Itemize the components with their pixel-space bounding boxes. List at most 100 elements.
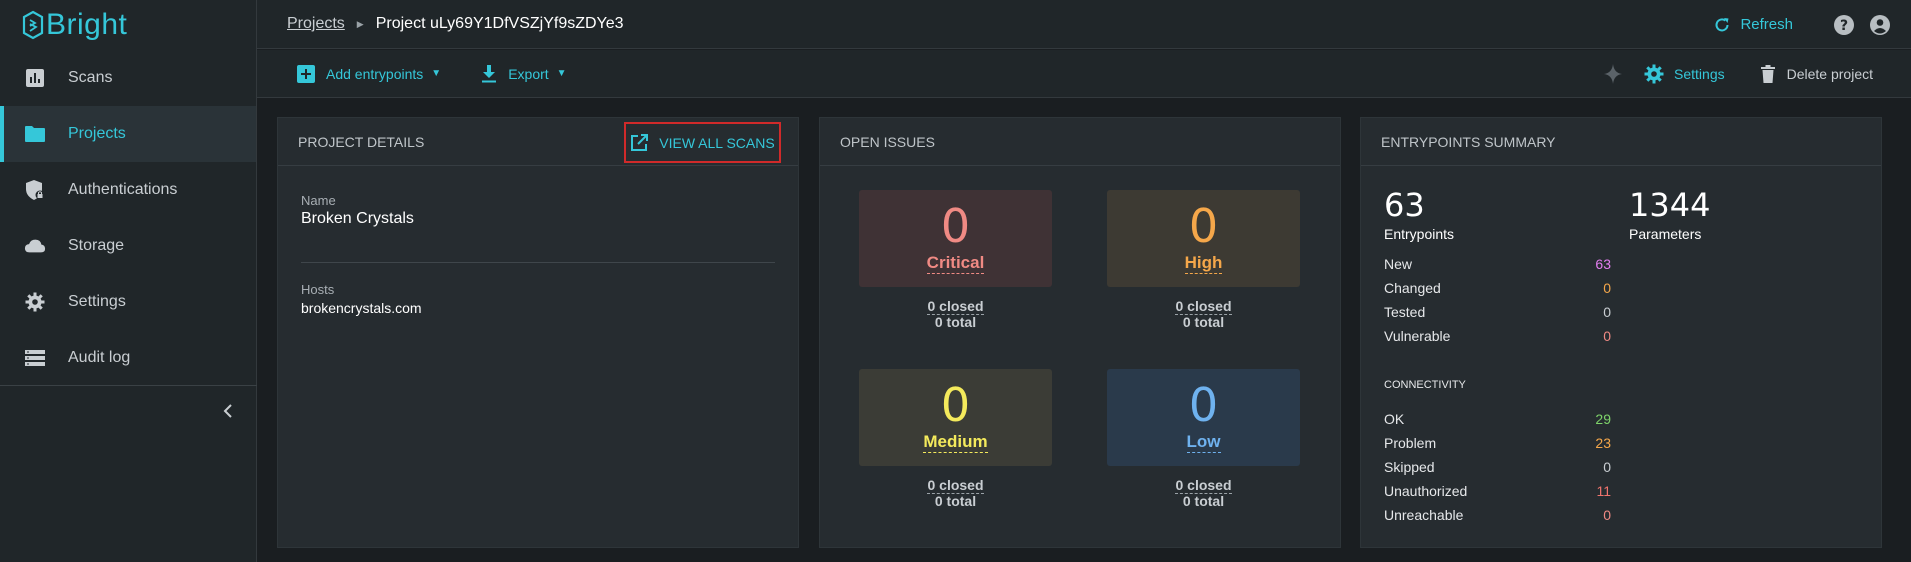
view-all-scans-button[interactable]: View all scans [624, 122, 781, 163]
status-row-label: New [1384, 256, 1413, 272]
chevron-left-icon [223, 404, 232, 418]
low-counts: 0 closed 0 total [1107, 477, 1300, 509]
bar-chart-icon [24, 67, 46, 89]
medium-total: 0 total [934, 493, 977, 509]
low-total: 0 total [1182, 493, 1225, 509]
refresh-label: Refresh [1740, 16, 1793, 33]
critical-closed-link[interactable]: 0 closed [927, 298, 984, 315]
breadcrumb-current-project: Project uLy69Y1DfVSZjYf9sZDYe3 [375, 15, 624, 32]
parameters-label: Parameters [1629, 226, 1702, 242]
top-actions: Refresh ? [1714, 0, 1891, 49]
connectivity-row-value: 23 [1595, 435, 1611, 451]
medium-count: 0 [940, 378, 971, 432]
cloud-icon [24, 235, 46, 257]
gear-icon [1644, 64, 1664, 84]
status-row-value: 0 [1603, 304, 1611, 320]
connectivity-row-value: 0 [1603, 507, 1611, 523]
status-row-value: 63 [1595, 256, 1611, 272]
card-title: OPEN ISSUES [840, 133, 935, 150]
medium-label: Medium [923, 432, 988, 453]
connectivity-row-label: Skipped [1384, 459, 1435, 475]
medium-closed-link[interactable]: 0 closed [927, 477, 984, 494]
open-external-icon [631, 133, 649, 151]
sparkle-button[interactable] [1604, 64, 1623, 84]
account-icon [1870, 14, 1890, 35]
low-issues-tile[interactable]: 0 Low [1107, 369, 1300, 466]
status-row-label: Changed [1384, 280, 1441, 296]
critical-label: Critical [926, 253, 985, 274]
high-count: 0 [1188, 199, 1219, 253]
card-title: PROJECT DETAILS [298, 133, 425, 150]
bright-logo-icon [22, 10, 44, 40]
refresh-button[interactable]: Refresh [1714, 16, 1793, 33]
critical-total: 0 total [934, 314, 977, 330]
connectivity-row-label: Problem [1384, 435, 1437, 451]
add-entrypoints-button[interactable]: Add entrypoints ▼ [297, 64, 442, 83]
sidebar-item-settings[interactable]: Settings [0, 274, 256, 330]
sidebar-item-label: Storage [68, 237, 125, 254]
entrypoints-label: Entrypoints [1384, 226, 1455, 242]
sidebar-item-storage[interactable]: Storage [0, 218, 256, 274]
connectivity-row-value: 29 [1595, 411, 1611, 427]
collapse-sidebar-button[interactable] [218, 401, 238, 421]
low-label: Low [1186, 432, 1221, 453]
delete-project-label: Delete project [1786, 66, 1873, 82]
sidebar-item-authentications[interactable]: Authentications [0, 162, 256, 218]
project-settings-button[interactable]: Settings [1644, 64, 1725, 84]
sidebar-item-label: Authentications [68, 181, 178, 198]
critical-issues-tile[interactable]: 0 Critical [859, 190, 1052, 287]
low-closed-link[interactable]: 0 closed [1175, 477, 1232, 494]
trash-icon [1760, 65, 1775, 83]
export-button[interactable]: Export ▼ [481, 64, 567, 83]
entrypoints-summary-card: ENTRYPOINTS SUMMARY 63 Entrypoints 1344 … [1360, 117, 1882, 548]
medium-counts: 0 closed 0 total [859, 477, 1052, 509]
caret-down-icon: ▼ [431, 68, 442, 79]
sidebar-item-audit-log[interactable]: Audit log [0, 330, 256, 386]
toolbar-right-actions: Settings Delete project [1604, 50, 1873, 98]
hosts-value: brokencrystals.com [301, 300, 422, 316]
sidebar-divider [0, 385, 257, 386]
view-all-scans-label: View all scans [659, 134, 775, 151]
account-button[interactable] [1869, 14, 1891, 36]
add-entrypoints-label: Add entrypoints [326, 65, 424, 82]
gear-icon [24, 291, 46, 313]
sidebar-item-label: Settings [68, 293, 126, 310]
settings-label: Settings [1674, 66, 1725, 82]
critical-counts: 0 closed 0 total [859, 298, 1052, 330]
sparkle-icon [1604, 64, 1623, 84]
status-row-label: Vulnerable [1384, 328, 1451, 344]
sidebar-item-scans[interactable]: Scans [0, 50, 256, 106]
critical-count: 0 [940, 199, 971, 253]
sidebar-item-label: Scans [68, 69, 113, 86]
app-name: Bright [46, 8, 128, 41]
add-box-icon [297, 64, 315, 83]
refresh-icon [1716, 17, 1729, 31]
export-label: Export [508, 65, 549, 82]
high-issues-tile[interactable]: 0 High [1107, 190, 1300, 287]
help-icon: ? [1834, 14, 1854, 35]
svg-text:?: ? [1840, 18, 1848, 34]
download-icon [481, 64, 497, 83]
project-details-header: PROJECT DETAILS View all scans [278, 118, 798, 166]
medium-issues-tile[interactable]: 0 Medium [859, 369, 1052, 466]
bright-logo[interactable]: Bright [0, 0, 256, 50]
open-issues-card: OPEN ISSUES 0 Critical 0 closed 0 total … [819, 117, 1341, 548]
project-name-value: Broken Crystals [301, 210, 414, 227]
list-icon [24, 347, 46, 369]
sidebar-item-projects[interactable]: Projects [0, 106, 256, 162]
high-label: High [1184, 253, 1223, 274]
folder-icon [24, 123, 46, 145]
breadcrumb-projects-link[interactable]: Projects [287, 15, 345, 33]
status-row-value: 0 [1603, 280, 1611, 296]
card-title: ENTRYPOINTS SUMMARY [1381, 133, 1556, 150]
sidebar: Bright Scans Projects Authentications St… [0, 0, 257, 562]
open-issues-header: OPEN ISSUES [820, 118, 1340, 166]
high-closed-link[interactable]: 0 closed [1175, 298, 1232, 315]
delete-project-button[interactable]: Delete project [1760, 65, 1873, 83]
breadcrumb-separator-icon: ▶ [356, 18, 364, 29]
project-toolbar: Add entrypoints ▼ Export ▼ Settings Dele… [257, 50, 1911, 98]
caret-down-icon: ▼ [556, 68, 567, 79]
help-button[interactable]: ? [1833, 14, 1855, 36]
status-row-label: Tested [1384, 304, 1426, 320]
entrypoints-summary-header: ENTRYPOINTS SUMMARY [1361, 118, 1881, 166]
